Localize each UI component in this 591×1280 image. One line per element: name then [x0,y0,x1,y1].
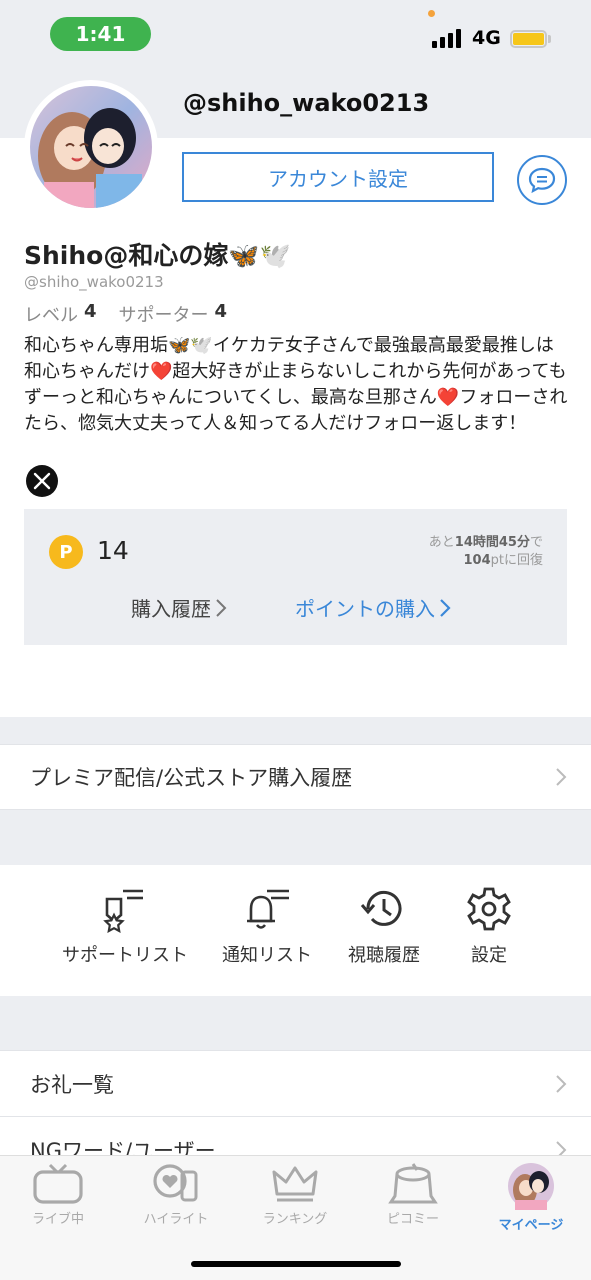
history-icon [360,890,402,926]
avatar-illustration [30,86,152,208]
chevron-right-icon [216,598,227,617]
buy-points-label: ポイントの購入 [295,597,435,621]
support-list-icon [103,889,143,933]
x-logo-icon[interactable] [26,465,58,497]
support-list-label: サポートリスト [62,945,188,966]
network-type: 4G [472,27,501,49]
tab-highlight[interactable]: ハイライト [126,1162,226,1227]
supporter-label: サポーター [118,305,209,326]
recover-prefix: あと [428,535,455,550]
settings-button[interactable]: 設定 [449,885,529,967]
notification-list-label: 通知リスト [222,945,312,966]
watch-history-button[interactable]: 視聴履歴 [336,885,432,967]
premium-purchase-history-row[interactable]: プレミア配信/公式ストア購入履歴 [0,744,591,810]
avatar-icon [508,1163,554,1210]
tab-ranking-label: ランキング [262,1212,328,1227]
section-divider [0,717,591,744]
chevron-right-icon [440,598,451,617]
watch-history-label: 視聴履歴 [348,945,420,966]
tab-live-label: ライブ中 [31,1212,84,1227]
notification-list-button[interactable]: 通知リスト [217,885,317,967]
chevron-right-icon [556,768,567,786]
supporter-value: 4 [214,301,228,322]
tab-picomee-label: ピコミー [386,1212,439,1227]
privacy-indicator-dot [428,10,435,17]
tab-mypage[interactable]: マイページ [481,1162,581,1233]
profile-avatar[interactable] [24,80,158,214]
crown-icon [272,1166,318,1202]
thanks-list-label: お礼一覧 [30,1072,114,1097]
tab-highlight-label: ハイライト [143,1212,209,1227]
recover-mid: で [529,535,543,550]
account-settings-button[interactable]: アカウント設定 [182,152,494,202]
purchase-history-link[interactable]: 購入履歴 [131,593,227,622]
recover-suffix: ptに回復 [490,553,543,568]
display-name: Shiho@和心の嫁🦋🕊️ [24,236,291,272]
point-balance: 14 [97,536,129,565]
support-list-button[interactable]: サポートリスト [54,885,196,967]
tv-icon [33,1163,83,1204]
gear-icon [467,887,511,931]
battery-icon [510,30,547,48]
premium-purchase-history-label: プレミア配信/公式ストア購入履歴 [30,766,353,790]
points-panel: P 14 あと14時間45分で 104ptに回復 購入履歴 ポイントの購入 [24,509,567,645]
level-value: 4 [84,301,97,322]
home-indicator [191,1261,401,1267]
display-name-text: Shiho@和心の嫁🦋🕊️ [24,241,291,270]
purchase-history-label: 購入履歴 [131,597,211,621]
tab-mypage-label: マイページ [498,1218,564,1233]
profile-handle: @shiho_wako0213 [24,273,164,291]
recover-amount: 104 [463,553,491,568]
status-time: 1:41 [50,17,151,51]
signal-icon [432,28,461,48]
section-divider [0,996,591,1050]
shortcut-row: サポートリスト 通知リスト 視聴履歴 設定 [0,865,591,996]
point-recovery-info: あと14時間45分で 104ptに回復 [429,534,543,570]
message-button[interactable] [517,155,567,205]
buy-points-link[interactable]: ポイントの購入 [295,593,451,622]
level-label: レベル [24,305,78,326]
bell-list-icon [247,889,289,929]
tab-ranking[interactable]: ランキング [245,1162,345,1227]
tab-live[interactable]: ライブ中 [8,1162,108,1227]
profile-bio: 和心ちゃん専用垢🦋🕊️イケカテ女子さんで最強最高最愛最推しは和心ちゃんだけ❤️超… [24,335,568,434]
chat-bubble-icon [528,167,556,194]
thanks-list-row[interactable]: お礼一覧 [0,1050,591,1117]
profile-stats: レベル 4 サポーター 4 [24,301,227,327]
point-coin-icon: P [49,535,83,569]
profile-handle-header: @shiho_wako0213 [183,89,430,117]
highlight-icon [153,1164,198,1202]
recover-time: 14時間45分 [454,535,530,550]
tab-picomee[interactable]: ピコミー [363,1162,463,1227]
stump-icon [388,1163,438,1204]
battery-tip [548,35,551,43]
settings-label: 設定 [471,945,507,966]
chevron-right-icon [556,1074,567,1093]
section-divider [0,810,591,865]
